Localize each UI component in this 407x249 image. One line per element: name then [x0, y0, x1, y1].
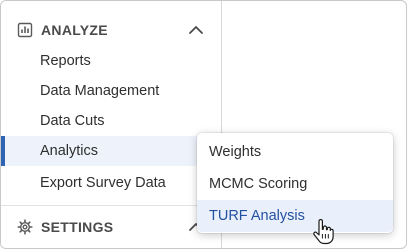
analytics-submenu: Weights MCMC Scoring TURF Analysis: [197, 133, 393, 233]
section-title-settings: SETTINGS: [41, 219, 114, 235]
gear-icon: [17, 219, 33, 235]
app-window: ANALYZE Reports Data Management Data Cut…: [0, 0, 407, 249]
menu-item-label: MCMC Scoring: [209, 176, 308, 192]
menu-item-mcmc-scoring[interactable]: MCMC Scoring: [197, 168, 393, 200]
sidebar-item-data-management[interactable]: Data Management: [1, 76, 222, 106]
sidebar-item-label: Export Survey Data: [40, 175, 166, 191]
section-header-settings[interactable]: SETTINGS: [1, 209, 222, 245]
chevron-up-icon[interactable]: [187, 21, 205, 39]
menu-item-label: TURF Analysis: [209, 208, 305, 224]
sidebar-item-label: Data Cuts: [40, 113, 105, 129]
menu-item-turf-analysis[interactable]: TURF Analysis: [197, 200, 393, 232]
section-divider: [1, 205, 222, 206]
hand-pointer-icon: [312, 218, 334, 245]
bar-chart-icon: [17, 22, 33, 38]
sidebar-item-analytics[interactable]: Analytics: [1, 136, 222, 166]
section-title-analyze: ANALYZE: [41, 22, 108, 38]
section-header-analyze[interactable]: ANALYZE: [1, 12, 222, 48]
sidebar-item-label: Analytics: [40, 143, 99, 159]
menu-item-weights[interactable]: Weights: [197, 136, 393, 168]
menu-item-label: Weights: [209, 144, 262, 160]
sidebar-item-label: Data Management: [40, 83, 160, 99]
sidebar: ANALYZE Reports Data Management Data Cut…: [1, 1, 222, 248]
sidebar-item-export-survey-data[interactable]: Export Survey Data: [1, 168, 222, 198]
sidebar-item-label: Reports: [40, 53, 91, 69]
sidebar-item-reports[interactable]: Reports: [1, 46, 222, 76]
sidebar-item-data-cuts[interactable]: Data Cuts: [1, 106, 222, 136]
